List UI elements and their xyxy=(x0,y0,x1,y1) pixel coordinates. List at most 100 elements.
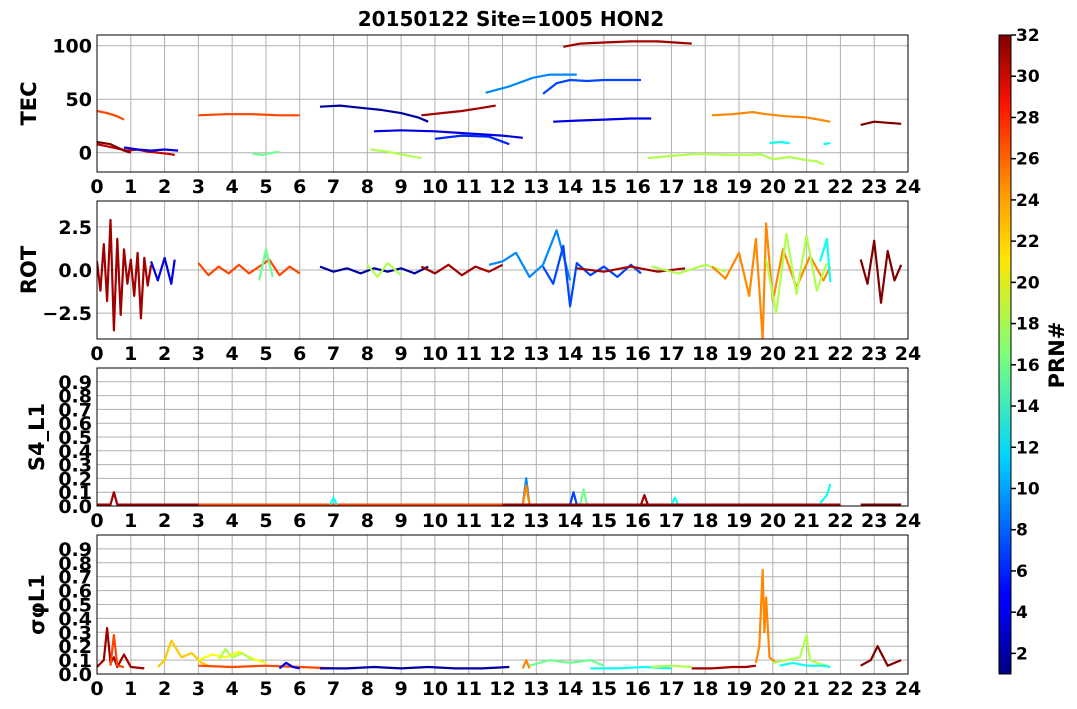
x-tick-label: 8 xyxy=(361,678,374,700)
series-group xyxy=(97,40,902,166)
series-line-prn-22 xyxy=(157,639,209,668)
colorbar-tick-label: 16 xyxy=(1016,356,1040,376)
x-tick-label: 13 xyxy=(523,176,549,198)
x-tick-label: 24 xyxy=(895,678,921,700)
x-tick-label: 16 xyxy=(624,678,650,700)
x-tick-label: 22 xyxy=(827,343,853,365)
x-tick-label: 10 xyxy=(422,343,448,365)
x-tick-label: 0 xyxy=(90,510,103,532)
x-tick-label: 24 xyxy=(895,176,921,198)
x-tick-label: 13 xyxy=(523,343,549,365)
x-tick-label: 7 xyxy=(327,343,340,365)
x-tick-label: 4 xyxy=(226,343,239,365)
x-tick-label: 12 xyxy=(489,176,515,198)
x-tick-label: 20 xyxy=(760,176,786,198)
x-tick-label: 14 xyxy=(557,343,583,365)
x-tick-label: 17 xyxy=(658,176,684,198)
x-tick-label: 24 xyxy=(895,343,921,365)
series-line-prn-13 xyxy=(823,142,831,146)
y-tick-label: 0 xyxy=(79,143,92,165)
series-group xyxy=(97,477,902,506)
x-tick-label: 20 xyxy=(760,510,786,532)
x-tick-label: 19 xyxy=(726,678,752,700)
series-line-prn-6 xyxy=(434,134,510,146)
x-tick-label: 22 xyxy=(827,678,853,700)
x-tick-label: 17 xyxy=(658,510,684,532)
x-tick-label: 21 xyxy=(793,510,819,532)
x-tick-label: 13 xyxy=(523,510,549,532)
y-axis-label: σφL1 xyxy=(25,574,49,635)
x-tick-label: 20 xyxy=(760,343,786,365)
x-tick-label: 10 xyxy=(422,678,448,700)
x-tick-label: 16 xyxy=(624,510,650,532)
series-line-prn-4 xyxy=(553,117,652,123)
colorbar-tick-label: 2 xyxy=(1016,644,1028,664)
series-line-prn-9 xyxy=(485,73,577,94)
x-tick-label: 18 xyxy=(692,510,718,532)
colorbar: 2468101214161820222426283032 PRN# xyxy=(998,26,1069,675)
series-line-prn-7 xyxy=(569,491,578,505)
x-tick-label: 10 xyxy=(422,510,448,532)
x-tick-label: 21 xyxy=(793,678,819,700)
x-tick-label: 4 xyxy=(226,678,239,700)
colorbar-ticks: 2468101214161820222426283032 xyxy=(1011,26,1040,664)
series-line-prn-32 xyxy=(860,120,902,126)
x-tick-label: 17 xyxy=(658,343,684,365)
y-axis-label: TEC xyxy=(17,81,41,125)
x-tick-label: 5 xyxy=(259,510,272,532)
series-line-prn-18 xyxy=(758,152,824,166)
series-line-prn-26 xyxy=(198,113,300,117)
chart-title: 20150122 Site=1005 HON2 xyxy=(358,7,664,31)
x-tick-label: 14 xyxy=(557,176,583,198)
x-tick-label: 23 xyxy=(861,510,887,532)
x-tick-label: 15 xyxy=(591,176,617,198)
x-tick-label: 5 xyxy=(259,343,272,365)
series-line-prn-7 xyxy=(542,244,642,308)
x-tick-label: 5 xyxy=(259,176,272,198)
series-line-prn-32 xyxy=(859,239,903,304)
series-line-prn-24 xyxy=(711,110,831,123)
series-line-prn-9 xyxy=(488,229,572,281)
x-tick-label: 6 xyxy=(293,510,306,532)
x-tick-label: 6 xyxy=(293,176,306,198)
series-line-prn-26 xyxy=(197,258,301,277)
colorbar-tick-label: 22 xyxy=(1016,232,1040,252)
x-tick-label: 2 xyxy=(158,510,171,532)
x-tick-label: 0 xyxy=(90,678,103,700)
colorbar-tick-label: 6 xyxy=(1016,562,1028,582)
x-tick-label: 0 xyxy=(90,343,103,365)
x-tick-label: 17 xyxy=(658,678,684,700)
x-tick-label: 15 xyxy=(591,343,617,365)
colorbar-tick-label: 12 xyxy=(1016,438,1040,458)
series-group xyxy=(97,568,902,670)
colorbar-gradient xyxy=(998,34,1012,675)
x-tick-label: 14 xyxy=(557,678,583,700)
x-tick-label: 3 xyxy=(192,343,205,365)
panels: 0 1 2 3 4 5 6 7 8 9 10 11 12 13 14 15 16 17 18 19 20 21 22 23 24… xyxy=(17,34,921,700)
x-tick-label: 2 xyxy=(158,176,171,198)
series-line-prn-31 xyxy=(421,104,496,117)
x-tick-label: 16 xyxy=(624,176,650,198)
panel-sigma: 0 1 2 3 4 5 6 7 8 9 10 11 12 13 14 15 16 17 18 19 20 21 22 23 24… xyxy=(25,534,921,700)
x-tick-label: 18 xyxy=(692,176,718,198)
x-tick-label: 1 xyxy=(124,678,137,700)
series-line-prn-2 xyxy=(320,665,510,670)
x-tick-label: 21 xyxy=(793,176,819,198)
series-line-prn-31 xyxy=(639,493,649,505)
x-tick-label: 8 xyxy=(361,176,374,198)
series-line-prn-13 xyxy=(769,140,790,145)
series-line-prn-31 xyxy=(97,626,145,670)
x-tick-label: 23 xyxy=(861,176,887,198)
panel-tec: 0 1 2 3 4 5 6 7 8 9 10 11 12 13 14 15 16 17 18 19 20 21 22 23 24… xyxy=(17,34,921,198)
x-tick-label: 7 xyxy=(327,678,340,700)
x-tick-label: 19 xyxy=(726,510,752,532)
colorbar-tick-label: 14 xyxy=(1016,397,1040,417)
colorbar-tick-label: 18 xyxy=(1016,315,1040,335)
y-tick-label: 0.9 xyxy=(58,372,92,394)
series-line-prn-26 xyxy=(109,633,125,669)
x-tick-label: 5 xyxy=(259,678,272,700)
x-tick-label: 1 xyxy=(124,510,137,532)
x-tick-label: 3 xyxy=(192,176,205,198)
x-tick-label: 23 xyxy=(861,678,887,700)
x-tick-label: 7 xyxy=(327,510,340,532)
